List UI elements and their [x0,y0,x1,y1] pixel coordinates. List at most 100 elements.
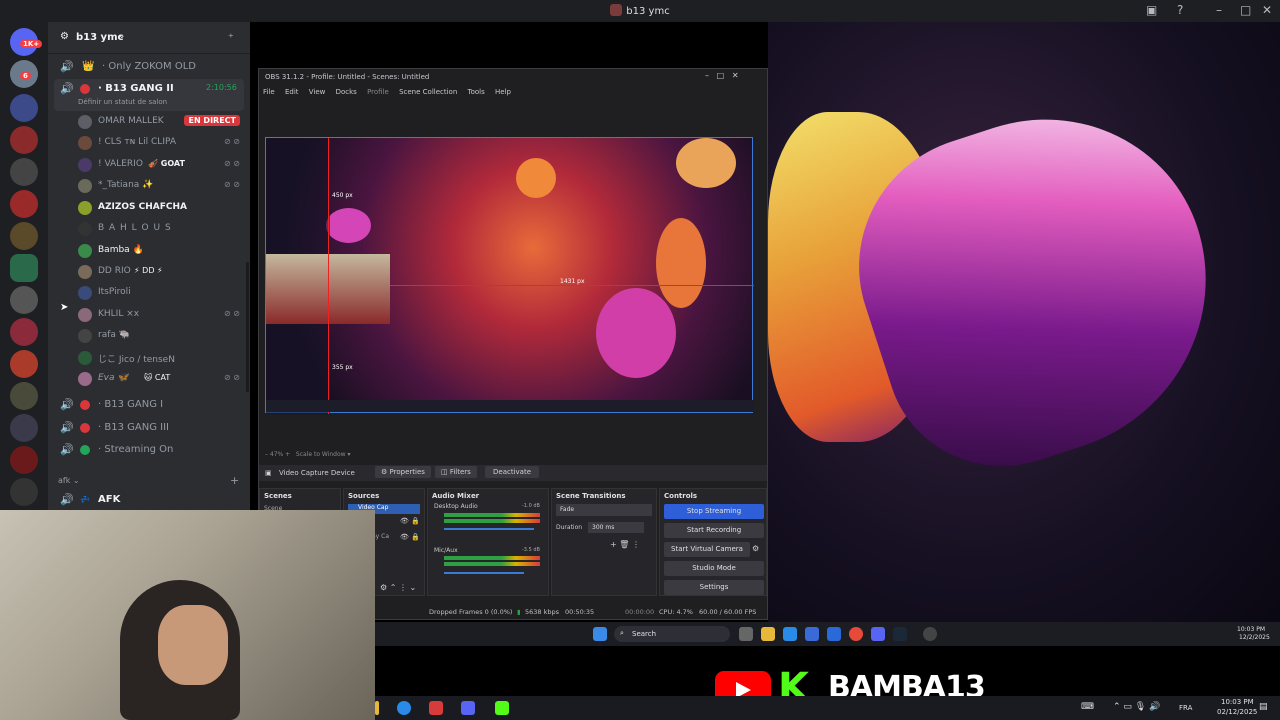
filters-button[interactable]: ◫ Filters [435,466,477,478]
voice-channel[interactable]: 🔊 · Streaming On [54,440,244,460]
voice-user[interactable]: ItsPiroli [74,283,244,303]
transition-controls[interactable]: + 🗑 ⋮ [610,540,640,549]
server-icon-active[interactable] [10,254,38,282]
discord-icon[interactable] [461,701,475,715]
volume-slider[interactable] [444,572,524,574]
avatar [78,372,92,386]
server-icon[interactable] [10,382,38,410]
voice-user[interactable]: ! CLS ᴛɴ Lil CLIPA ⊘ ⊘ [74,133,244,153]
channel-name: · B13 GANG I [98,399,164,410]
channel-status-prompt[interactable]: Définir un statut de salon [78,98,167,106]
voice-channel[interactable]: 🔊 · B13 GANG I [54,395,244,415]
voice-channel[interactable]: 🔊 · B13 GANG III [54,418,244,438]
taskbar-search[interactable]: ⌕ Search [614,626,730,642]
voice-user[interactable]: Eva 🦋 🐱 CAT ⊘ ⊘ [74,369,244,389]
settings-button[interactable]: Settings [664,580,764,595]
server-icon[interactable] [10,94,38,122]
inbox-icon[interactable]: ▣ [1146,3,1157,17]
voice-user[interactable]: AZIZOS CHAFCHA [74,198,244,218]
obs-preview[interactable]: 450 px 1431 px 355 px [265,137,754,414]
server-icon[interactable] [10,446,38,474]
voice-user[interactable]: rafa 🐃 [74,326,244,346]
scrollbar[interactable] [246,262,249,392]
menu-file[interactable]: File [263,88,275,96]
server-icon[interactable] [10,318,38,346]
start-recording-button[interactable]: Start Recording [664,523,764,538]
studio-mode-button[interactable]: Studio Mode [664,561,764,576]
voice-channel-active[interactable]: 🔊 · B13 GANG II 2:10:56 Définir un statu… [54,79,244,111]
server-icon[interactable] [10,158,38,186]
menu-scene-collection[interactable]: Scene Collection [399,88,457,96]
visibility-icon[interactable]: 👁 🔒 [400,533,420,541]
mail-icon[interactable] [827,627,841,641]
properties-button[interactable]: ⚙ Properties [375,466,431,478]
transition-select[interactable]: Fade [556,504,652,516]
maximize-button[interactable]: □ [1240,3,1251,17]
keyboard-icon[interactable]: ⌨ [1081,702,1094,712]
obs-icon[interactable] [923,627,937,641]
voice-channel[interactable]: 🔊 💤 AFK [54,490,244,510]
taskview-icon[interactable] [739,627,753,641]
server-icon[interactable] [10,126,38,154]
server-icon[interactable] [10,414,38,442]
discord-icon[interactable] [871,627,885,641]
tray-icons[interactable]: ⌃ ▭ 🎙 🔊 [1113,702,1160,712]
status-dot [80,423,90,433]
add-member-icon[interactable]: ⁺ [228,31,234,44]
server-icon[interactable] [10,222,38,250]
help-icon[interactable]: ? [1177,3,1183,17]
measure-label: 1431 px [560,278,585,285]
menu-help[interactable]: Help [495,88,511,96]
cpu-usage: CPU: 4.7% [659,608,693,616]
server-icon[interactable] [10,190,38,218]
clock-time: 10:03 PM [1237,626,1265,633]
server-icon[interactable] [10,286,38,314]
category-header[interactable]: afk ⌄ [58,476,80,485]
obs-window-controls[interactable]: – □ ✕ [705,71,739,80]
steam-icon[interactable] [893,627,907,641]
avatar [78,308,92,322]
explorer-icon[interactable] [375,701,379,715]
voice-user[interactable]: DD RIO ⚡ DD ⚡ [74,262,244,282]
edge-icon[interactable] [397,701,411,715]
stop-streaming-button[interactable]: Stop Streaming [664,504,764,519]
minimize-button[interactable]: – [1216,3,1222,17]
voice-user[interactable]: ! VALERIO 🎻 GOAT ⊘ ⊘ [74,155,244,175]
start-icon[interactable] [593,627,607,641]
chrome-icon[interactable] [849,627,863,641]
explorer-icon[interactable] [761,627,775,641]
voice-user[interactable]: B A H L O U S [74,219,244,239]
menu-docks[interactable]: Docks [336,88,357,96]
menu-tools[interactable]: Tools [468,88,485,96]
visibility-icon[interactable]: 👁 🔒 [400,517,420,525]
voice-channel[interactable]: 🔊 👑 · Only ZOKOM OLD [54,57,244,77]
dock-title: Sources [348,492,380,500]
volume-slider[interactable] [444,528,534,530]
notification-icon[interactable]: ▤ [1259,702,1268,712]
app-icon[interactable] [429,701,443,715]
menu-profile[interactable]: Profile [367,88,389,96]
voice-user[interactable]: Bamba 🔥 [74,241,244,261]
virtual-camera-settings-icon[interactable]: ⚙ [752,544,759,553]
edge-icon[interactable] [783,627,797,641]
measure-label: 355 px [332,364,353,371]
language-indicator[interactable]: FRA [1179,704,1192,712]
voice-user[interactable]: *_Tatiana ✨ ⊘ ⊘ [74,176,244,196]
start-virtual-camera-button[interactable]: Start Virtual Camera [664,542,750,557]
voice-user[interactable]: KHLIL ×x ⊘ ⊘ [74,305,244,325]
deactivate-button[interactable]: Deactivate [485,466,540,478]
add-channel-icon[interactable]: + [230,474,239,487]
menu-edit[interactable]: Edit [285,88,299,96]
kick-icon[interactable] [495,701,509,715]
source-controls[interactable]: ⚙ ⌃ ⋮ ⌄ [380,583,416,592]
voice-user[interactable]: じこ Jico / tenseN [74,348,244,368]
server-icon[interactable] [10,478,38,506]
server-icon[interactable] [10,350,38,378]
voice-user[interactable]: OMAR MALLEK EN DIRECT [74,112,244,132]
server-header[interactable]: ⚙ b13 ymc ⌄ ⁺ [48,22,250,54]
close-button[interactable]: ✕ [1262,3,1272,17]
preview-zoom[interactable]: – 47% + Scale to Window ▾ [265,451,350,458]
menu-view[interactable]: View [309,88,326,96]
duration-input[interactable]: 300 ms [588,522,644,533]
store-icon[interactable] [805,627,819,641]
